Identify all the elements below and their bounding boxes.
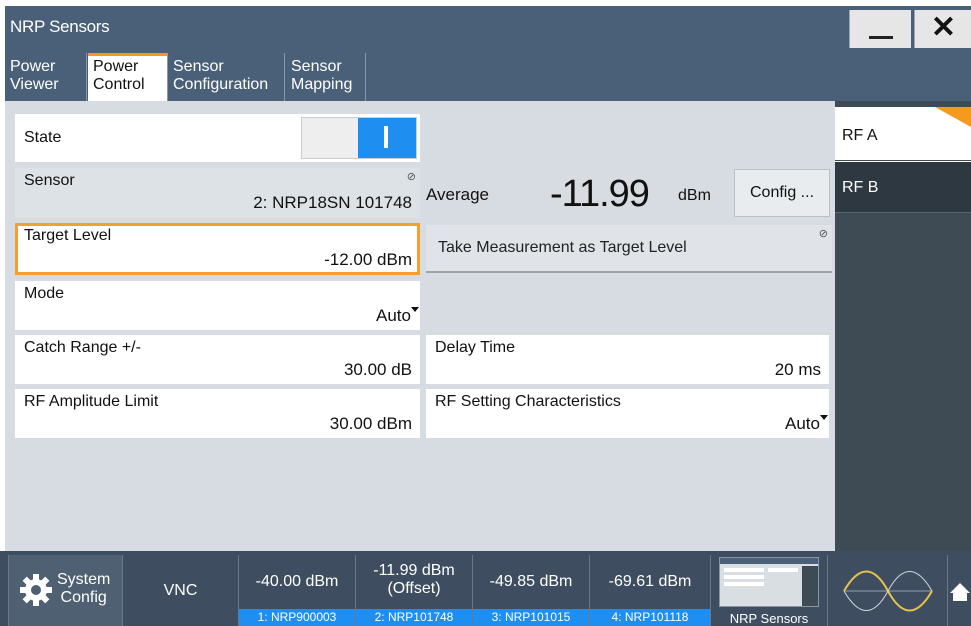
sensor-3-label: 3: NRP101015 [473, 609, 589, 626]
minimize-button[interactable] [849, 10, 911, 48]
take-measurement-label: Take Measurement as Target Level [438, 239, 687, 256]
state-field: State [15, 114, 420, 162]
rf-setting-field[interactable]: RF Setting Characteristics Auto [426, 389, 829, 438]
sensor-2-offset: (Offset) [387, 580, 441, 597]
take-measurement-button[interactable]: ⊘ Take Measurement as Target Level [426, 225, 832, 273]
nrp-sensors-label: NRP Sensors [729, 611, 809, 626]
gear-icon [20, 574, 52, 606]
tab-sensor-configuration[interactable]: Sensor Configuration [168, 53, 285, 101]
sensor-4-button[interactable]: -69.61 dBm 4: NRP101118 [589, 555, 710, 626]
system-config-label: System Config [57, 571, 110, 607]
tab-label-line2: Viewer [10, 76, 59, 93]
toggle-on-icon [384, 126, 388, 148]
delay-time-label: Delay Time [435, 339, 516, 356]
tab-label-line1: Sensor [173, 58, 224, 75]
waveform-button[interactable] [827, 555, 947, 626]
average-unit: dBm [678, 187, 711, 204]
tab-label-line1: Sensor [291, 58, 342, 75]
tab-power-viewer[interactable]: Power Viewer [5, 53, 87, 101]
rf-amplitude-limit-field[interactable]: RF Amplitude Limit 30.00 dBm [15, 389, 420, 438]
sensor-1-label: 1: NRP900003 [239, 609, 355, 626]
average-label: Average [426, 185, 490, 204]
tab-label-line1: Power [10, 58, 56, 75]
minimize-icon [869, 36, 893, 39]
sensor-value: 2: NRP18SN 101748 [253, 193, 412, 212]
catch-range-label: Catch Range +/- [24, 339, 141, 356]
mode-value: Auto [376, 306, 411, 325]
rf-b-tab[interactable]: RF B [835, 161, 971, 213]
target-level-label: Target Level [24, 227, 112, 244]
state-label: State [24, 129, 62, 146]
active-corner-marker [935, 107, 971, 127]
sensor-4-label: 4: NRP101118 [590, 609, 710, 626]
mode-field[interactable]: Mode Auto [15, 281, 420, 330]
tab-bar: Power Viewer Power Control Sensor Config… [5, 50, 971, 101]
rf-a-tab[interactable]: RF A [835, 107, 971, 160]
mode-label: Mode [24, 285, 65, 302]
average-value: -11.99 [550, 173, 650, 215]
rf-setting-label: RF Setting Characteristics [435, 393, 621, 410]
tab-label-line1: Power [93, 58, 139, 75]
dropdown-arrow-icon [411, 307, 419, 312]
rf-amplitude-limit-label: RF Amplitude Limit [24, 393, 159, 410]
vnc-button[interactable]: VNC [122, 555, 238, 626]
power-control-panel: State ⊘ Sensor 2: NRP18SN 101748 Target … [5, 101, 835, 551]
tab-label-line2: Configuration [173, 76, 269, 93]
sensor-1-value: -40.00 dBm [255, 573, 339, 590]
delay-time-value: 20 ms [774, 360, 821, 379]
sensor-field[interactable]: ⊘ Sensor 2: NRP18SN 101748 [15, 168, 420, 218]
close-button[interactable]: ✕ [914, 10, 971, 48]
sensor-3-button[interactable]: -49.85 dBm 3: NRP101015 [472, 555, 589, 626]
rf-setting-value: Auto [785, 414, 820, 433]
tab-power-control[interactable]: Power Control [88, 53, 168, 101]
system-config-line1: System [57, 571, 111, 588]
sensor-4-value: -69.61 dBm [608, 573, 692, 590]
home-icon [950, 583, 970, 601]
dropdown-arrow-icon [820, 415, 828, 420]
catch-range-field[interactable]: Catch Range +/- 30.00 dB [15, 335, 420, 384]
state-toggle[interactable] [301, 117, 417, 159]
target-level-value: -12.00 dBm [324, 250, 412, 269]
sine-wave-icon [842, 570, 933, 612]
sensor-2-value: -11.99 dBm [373, 562, 455, 579]
sensor-2-button[interactable]: -11.99 dBm (Offset) 2: NRP101748 [355, 555, 472, 626]
rf-path-panel: RF A RF B [835, 101, 971, 551]
sensor-3-value: -49.85 dBm [489, 573, 573, 590]
sensor-1-button[interactable]: -40.00 dBm 1: NRP900003 [238, 555, 355, 626]
delay-time-field[interactable]: Delay Time 20 ms [426, 335, 829, 384]
close-icon: ✕ [930, 11, 957, 44]
toggle-on-indicator [358, 118, 416, 158]
tab-label-line2: Mapping [291, 76, 353, 93]
target-level-field[interactable]: Target Level -12.00 dBm [15, 223, 420, 275]
catch-range-value: 30.00 dB [343, 360, 412, 379]
window-title: NRP Sensors [10, 17, 110, 36]
system-config-line2: Config [60, 589, 107, 606]
slash-circle-icon: ⊘ [406, 171, 416, 183]
rf-a-label: RF A [842, 127, 878, 144]
sensor-2-label: 2: NRP101748 [356, 609, 472, 626]
home-button[interactable] [947, 555, 971, 626]
nrp-sensors-thumbnail [719, 557, 819, 607]
taskbar: System Config VNC -40.00 dBm 1: NRP90000… [0, 551, 971, 626]
rf-amplitude-limit-value: 30.00 dBm [329, 414, 412, 433]
tab-label-line2: Control [93, 76, 145, 93]
sensor-label: Sensor [24, 172, 75, 189]
slash-circle-icon: ⊘ [818, 228, 828, 240]
tab-sensor-mapping[interactable]: Sensor Mapping [286, 53, 366, 101]
title-bar: NRP Sensors ✕ [5, 6, 971, 50]
nrp-sensors-button[interactable]: NRP Sensors [710, 555, 827, 626]
rf-b-label: RF B [842, 179, 879, 196]
config-button[interactable]: Config ... [734, 169, 830, 217]
system-config-button[interactable]: System Config [8, 555, 122, 626]
